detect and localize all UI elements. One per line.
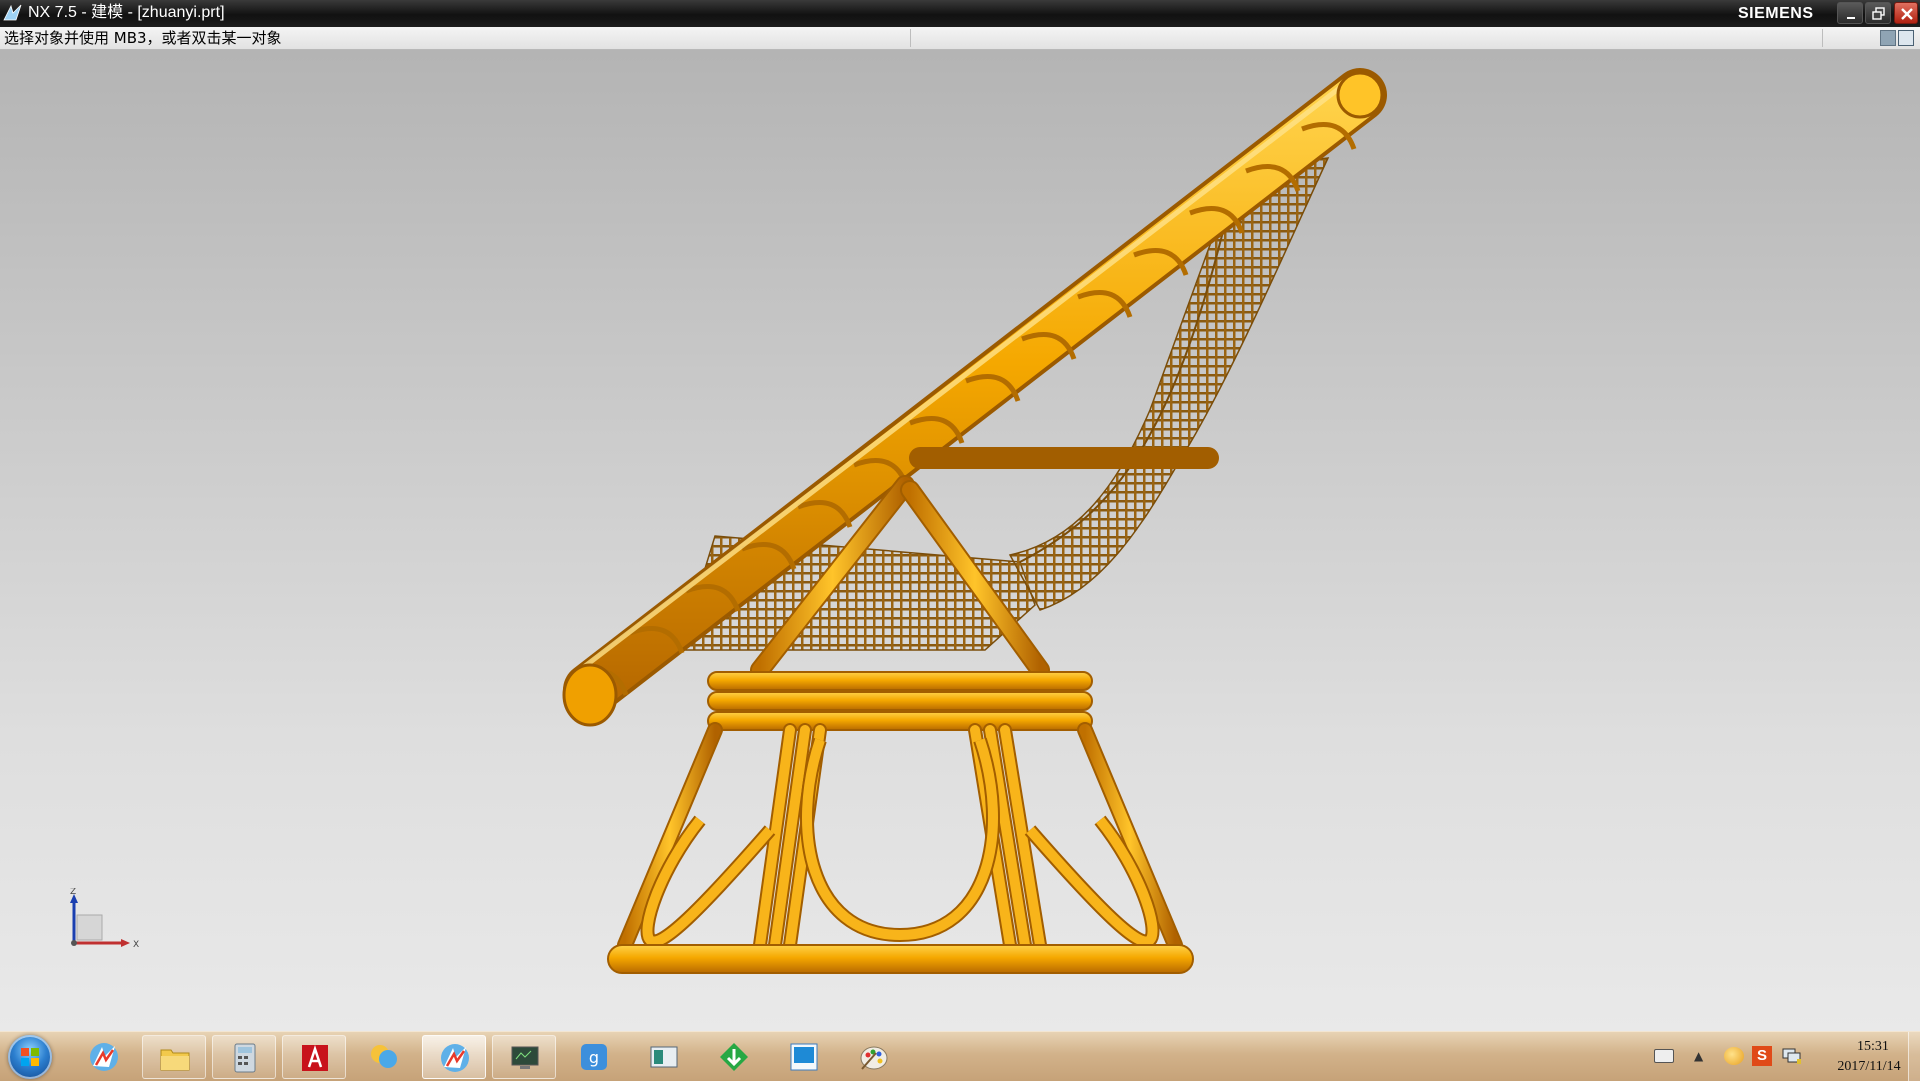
svg-text:g: g	[589, 1048, 599, 1067]
clock-time[interactable]: 15:31	[1836, 1039, 1910, 1055]
base-legs	[617, 722, 1183, 953]
title-bar[interactable]: NX 7.5 - 建模 - [zhuanyi.prt] SIEMENS	[0, 0, 1920, 27]
taskbar-download[interactable]	[702, 1035, 766, 1079]
weather-icon[interactable]	[1724, 1047, 1744, 1065]
clock-date[interactable]: 2017/11/14	[1816, 1059, 1920, 1075]
download-icon	[720, 1043, 748, 1071]
minimize-icon	[1847, 17, 1855, 19]
blue-window-icon	[790, 1043, 818, 1071]
window-icon	[650, 1046, 678, 1068]
nx-app-icon	[441, 1044, 469, 1072]
cue-line-divider	[1822, 29, 1823, 47]
taskbar-explorer[interactable]	[142, 1035, 206, 1079]
graphics-window[interactable]: Z X	[0, 50, 1920, 1031]
windows-start-icon	[21, 1048, 39, 1066]
nx-logo-icon	[3, 4, 22, 21]
taskbar-input-method[interactable]: g	[562, 1035, 626, 1079]
cue-line: 选择对象并使用 MB3，或者双击某一对象	[0, 27, 1920, 50]
seat-rings	[707, 671, 1093, 731]
taskbar-messenger[interactable]	[352, 1035, 416, 1079]
triad-z-label: Z	[70, 888, 76, 897]
system-tray: ▲ S 15:31 2017/11/14	[1640, 1032, 1920, 1081]
window-title: NX 7.5 - 建模 - [zhuanyi.prt]	[28, 4, 225, 21]
folder-icon	[160, 1049, 190, 1071]
nx-app-icon	[90, 1043, 118, 1071]
network-icon[interactable]	[1782, 1047, 1802, 1065]
minimize-button[interactable]	[1837, 2, 1863, 24]
restore-icon	[1872, 7, 1885, 20]
show-hidden-icons-icon[interactable]: ▲	[1694, 1049, 1703, 1063]
cue-line-divider	[910, 29, 911, 47]
taskbar-window-app[interactable]	[632, 1035, 696, 1079]
calculator-icon	[234, 1043, 256, 1073]
base-bar	[607, 944, 1194, 974]
input-method-icon: g	[581, 1044, 607, 1070]
taskbar-paint[interactable]	[842, 1035, 906, 1079]
taskbar-calculator[interactable]	[212, 1035, 276, 1079]
autocad-icon	[302, 1045, 328, 1071]
sogou-input-icon[interactable]: S	[1752, 1046, 1772, 1066]
taskbar-autocad[interactable]	[282, 1035, 346, 1079]
paint-palette-icon	[860, 1046, 888, 1070]
chair-model[interactable]	[0, 50, 1920, 1031]
keyboard-icon[interactable]	[1654, 1049, 1674, 1063]
taskbar: g ▲ S 15:31 2017/11/14	[0, 1031, 1920, 1081]
close-button[interactable]	[1894, 2, 1918, 24]
taskbar-nx-pinned[interactable]	[72, 1035, 136, 1079]
taskbar-media-app[interactable]	[772, 1035, 836, 1079]
start-button[interactable]	[8, 1035, 52, 1079]
chat-icon	[371, 1045, 397, 1068]
show-desktop-button[interactable]	[1908, 1032, 1920, 1081]
coordinate-triad: Z X	[70, 888, 139, 950]
monitor-icon	[511, 1046, 539, 1069]
taskbar-nx-running[interactable]	[422, 1035, 486, 1079]
restore-button[interactable]	[1865, 2, 1891, 24]
triad-x-label: X	[133, 940, 139, 950]
taskbar-terminal[interactable]	[492, 1035, 556, 1079]
siemens-brand: SIEMENS	[1738, 5, 1814, 22]
panel-toggle-icon[interactable]	[1880, 30, 1896, 46]
cue-line-prompt: 选择对象并使用 MB3，或者双击某一对象	[4, 29, 282, 47]
close-icon	[1901, 8, 1913, 20]
panel-layout-icon[interactable]	[1898, 30, 1914, 46]
